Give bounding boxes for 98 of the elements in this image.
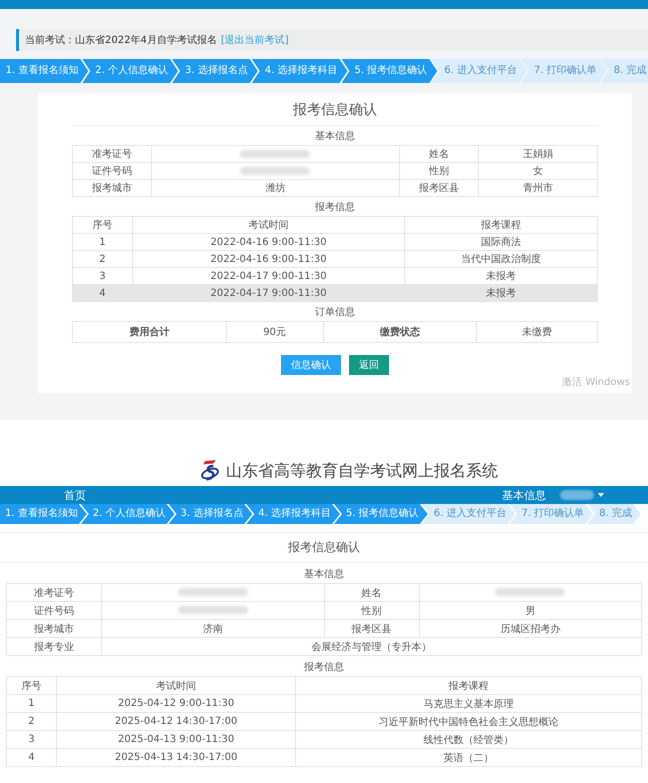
field-label: 姓名 xyxy=(399,146,478,162)
table-cell: 2025-04-13 9:00-11:30 xyxy=(56,730,296,748)
table-cell: 英语（二） xyxy=(296,748,642,766)
table-cell: 习近平新时代中国特色社会主义思想概论 xyxy=(296,712,642,730)
wizard-step[interactable]: 3. 选择报名点 xyxy=(172,59,258,83)
table-row[interactable]: 4 2022-04-17 9:00-11:30 未报考 xyxy=(72,284,598,302)
table-cell: 1 xyxy=(6,694,56,712)
table-row[interactable]: 2 2022-04-16 9:00-11:30 当代中国政治制度 xyxy=(72,250,598,268)
action-button[interactable]: 信息确认 xyxy=(281,355,341,375)
wizard-step[interactable]: 3. 选择报名点 xyxy=(168,504,252,524)
table-cell: 费用合计 xyxy=(72,322,226,342)
logo-icon xyxy=(200,459,220,483)
field-label: 性别 xyxy=(324,602,420,620)
wizard-step[interactable]: 7. 打印确认单 xyxy=(509,504,594,524)
table-row[interactable]: 4 2025-04-13 14:30-17:00 英语（二） xyxy=(6,748,642,766)
caret-icon[interactable] xyxy=(598,493,604,497)
page-title: 报考信息确认 xyxy=(0,532,648,563)
field-value: 王娟娟 xyxy=(478,146,598,162)
table-cell: 3 xyxy=(6,730,56,748)
redacted-blur xyxy=(495,588,566,596)
field-label: 报考城市 xyxy=(72,180,152,196)
redacted-blur xyxy=(178,588,248,596)
field-value: 女 xyxy=(478,162,598,180)
table-cell: 4 xyxy=(72,284,132,302)
column-header: 序号 xyxy=(6,676,56,694)
wizard-step[interactable]: 1. 查看报名须知 xyxy=(0,59,88,83)
redacted-blur xyxy=(560,490,594,500)
table-cell: 2 xyxy=(72,250,132,268)
table-cell: 2022-04-16 9:00-11:30 xyxy=(132,250,405,268)
wizard-step[interactable]: 6. 进入支付平台 xyxy=(422,504,516,524)
wizard-step[interactable]: 8. 完成 xyxy=(600,59,648,83)
table-cell: 4 xyxy=(6,748,56,766)
wizard-step[interactable]: 1. 查看报名须知 xyxy=(0,504,87,524)
column-header: 报考课程 xyxy=(404,216,598,234)
field-value: 青州市 xyxy=(478,180,598,196)
section-heading: 订单信息 xyxy=(314,306,356,320)
section-heading: 报考信息 xyxy=(314,200,356,215)
table-row[interactable]: 2 2025-04-12 14:30-17:00 习近平新时代中国特色社会主义思想概论 xyxy=(6,712,642,730)
field-label: 姓名 xyxy=(324,584,420,602)
table-row[interactable]: 1 2025-04-12 9:00-11:30 马克思主义基本原理 xyxy=(6,694,642,712)
table-cell: 1 xyxy=(72,234,132,250)
column-header: 序号 xyxy=(72,216,132,234)
action-button[interactable]: 返回 xyxy=(349,355,389,375)
table-cell: 2025-04-12 14:30-17:00 xyxy=(56,712,296,730)
page-title: 报考信息确认 xyxy=(72,93,598,126)
table-row[interactable]: 1 2022-04-16 9:00-11:30 国际商法 xyxy=(72,234,598,250)
field-label: 报考城市 xyxy=(6,620,102,638)
column-header: 考试时间 xyxy=(132,216,405,234)
activation-notice: 激活 Windows xyxy=(562,376,630,389)
wizard-step[interactable]: 2. 个人信息确认 xyxy=(82,59,178,83)
table-cell: 马克思主义基本原理 xyxy=(296,694,642,712)
table-cell: 当代中国政治制度 xyxy=(404,250,598,268)
nav-link[interactable]: 基本信息 xyxy=(502,488,546,502)
table-cell: 国际商法 xyxy=(404,234,598,250)
table-cell: 90元 xyxy=(226,322,324,342)
table-cell: 2022-04-16 9:00-11:30 xyxy=(132,234,405,250)
table-cell: 线性代数（经管类） xyxy=(296,730,642,748)
redacted-blur xyxy=(240,166,310,175)
site-title: 山东省高等教育自学考试网上报名系统 xyxy=(226,460,498,482)
wizard-step[interactable]: 5. 报考信息确认 xyxy=(334,504,428,524)
column-header: 报考课程 xyxy=(296,676,642,694)
wizard-step[interactable]: 8. 完成 xyxy=(587,504,641,524)
table-cell: 2022-04-17 9:00-11:30 xyxy=(132,284,405,302)
table-cell: 未缴费 xyxy=(476,322,598,342)
section-heading: 基本信息 xyxy=(314,130,356,144)
table-cell: 未报考 xyxy=(404,284,598,302)
section-heading: 基本信息 xyxy=(303,568,345,582)
field-label: 证件号码 xyxy=(72,162,152,180)
field-value: 济南 xyxy=(102,620,324,638)
wizard-step[interactable]: 4. 选择报考科目 xyxy=(252,59,348,83)
exit-exam-link[interactable]: [退出当前考试] xyxy=(220,33,289,47)
wizard-step[interactable]: 7. 打印确认单 xyxy=(520,59,607,83)
field-label: 性别 xyxy=(399,162,478,180)
current-exam-text: 当前考试：山东省2022年4月自学考试报名 xyxy=(25,34,217,47)
table-cell: 2025-04-13 14:30-17:00 xyxy=(56,748,296,766)
table-row[interactable]: 3 2025-04-13 9:00-11:30 线性代数（经管类） xyxy=(6,730,642,748)
table-cell: 缴费状态 xyxy=(323,322,477,342)
wizard-step[interactable]: 6. 进入支付平台 xyxy=(431,59,527,83)
table-cell: 2 xyxy=(6,712,56,730)
field-value: 历城区招考办 xyxy=(419,620,642,638)
section-heading: 报考信息 xyxy=(303,660,345,675)
wizard-step[interactable]: 2. 个人信息确认 xyxy=(80,504,175,524)
field-value: 男 xyxy=(419,602,642,620)
field-value: 潍坊 xyxy=(151,180,400,196)
field-label: 证件号码 xyxy=(6,602,102,620)
field-label: 报考专业 xyxy=(6,638,102,656)
field-label: 报考区县 xyxy=(399,180,478,196)
nav-link[interactable]: 首页 xyxy=(64,488,86,502)
field-label: 准考证号 xyxy=(72,146,152,162)
redacted-blur xyxy=(178,606,248,614)
column-header: 考试时间 xyxy=(56,676,296,694)
field-label: 准考证号 xyxy=(6,584,102,602)
field-label: 报考区县 xyxy=(324,620,420,638)
field-value: 会展经济与管理（专升本） xyxy=(102,638,642,656)
table-cell: 2025-04-12 9:00-11:30 xyxy=(56,694,296,712)
wizard-step[interactable]: 4. 选择报考科目 xyxy=(246,504,340,524)
wizard-step[interactable]: 5. 报考信息确认 xyxy=(342,59,438,83)
redacted-blur xyxy=(240,150,310,158)
